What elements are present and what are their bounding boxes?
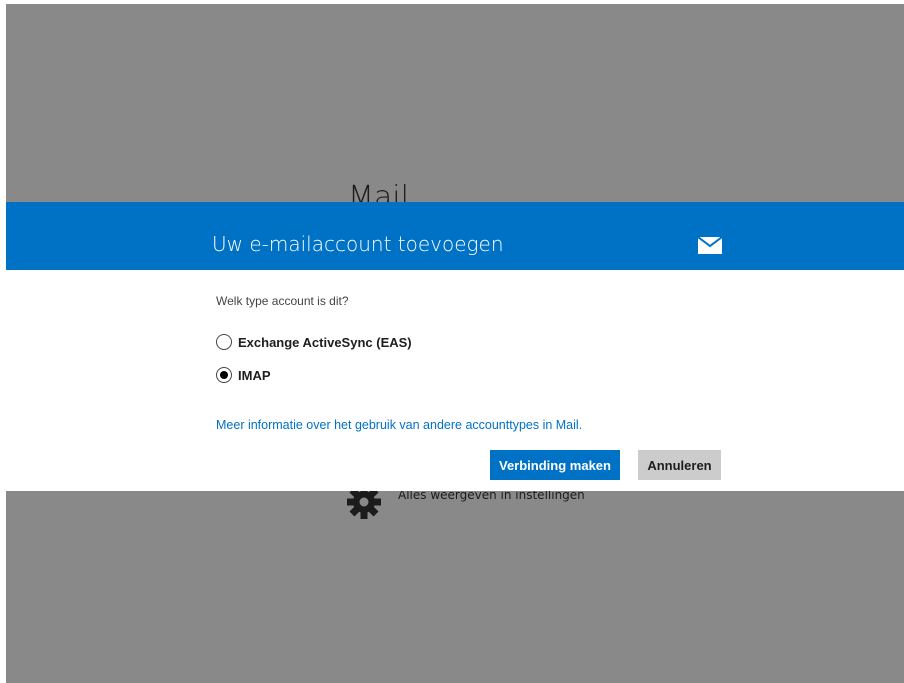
cancel-button[interactable]: Annuleren	[638, 450, 721, 480]
dialog-title: Uw e-mailaccount toevoegen	[212, 232, 504, 256]
dialog-body: Welk type account is dit? Exchange Activ…	[6, 270, 904, 491]
screen: Mail Alles weergeven in instellingen Uw …	[6, 4, 904, 683]
radio-option-eas[interactable]: Exchange ActiveSync (EAS)	[216, 332, 412, 352]
radio-dot-icon	[220, 371, 228, 379]
connect-button[interactable]: Verbinding maken	[490, 450, 620, 480]
dialog-header: Uw e-mailaccount toevoegen	[6, 202, 904, 270]
radio-unselected-icon[interactable]	[216, 334, 232, 350]
more-info-link[interactable]: Meer informatie over het gebruik van and…	[216, 418, 582, 432]
mail-envelope-icon	[698, 237, 722, 254]
radio-option-label: Exchange ActiveSync (EAS)	[238, 334, 412, 350]
radio-option-imap[interactable]: IMAP	[216, 365, 271, 385]
radio-selected-icon[interactable]	[216, 367, 232, 383]
account-type-question: Welk type account is dit?	[216, 294, 349, 308]
radio-option-label: IMAP	[238, 367, 271, 383]
